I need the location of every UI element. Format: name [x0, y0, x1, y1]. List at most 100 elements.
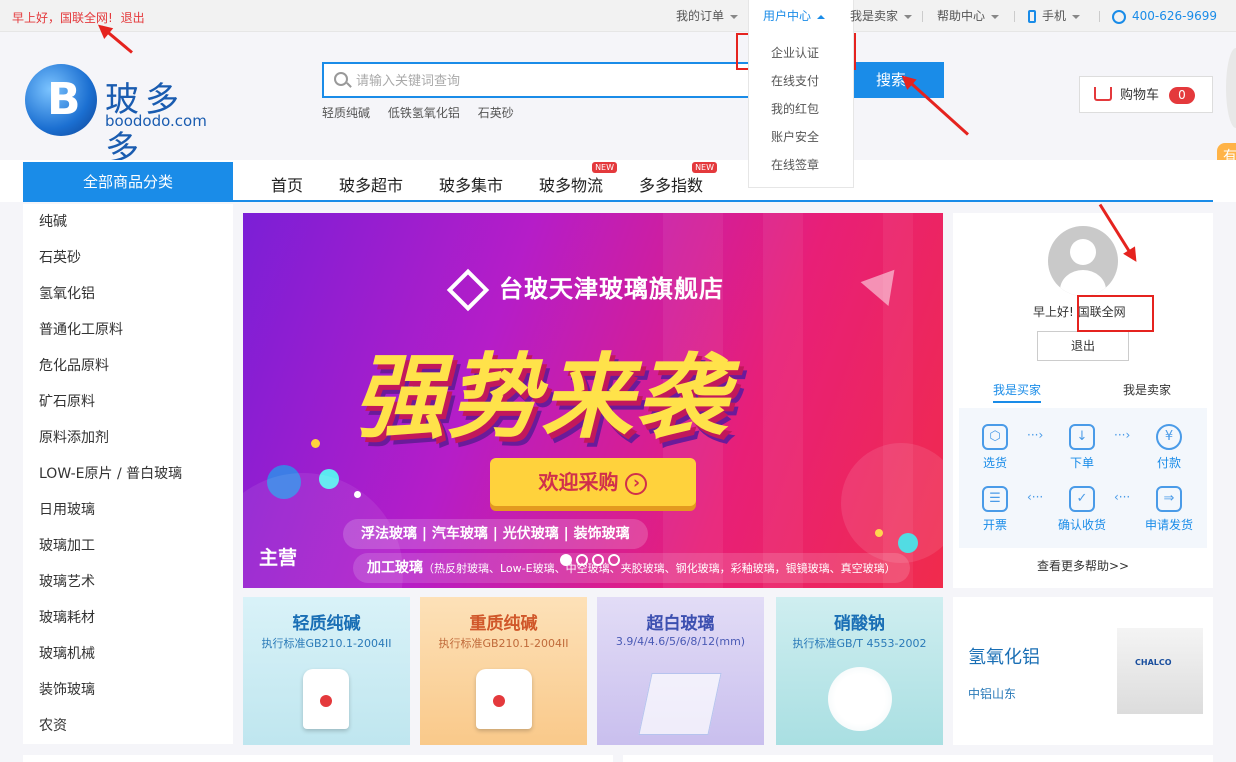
- step-confirm-receipt[interactable]: ✓ 确认收货: [1055, 486, 1109, 533]
- step-label: 申请发货: [1144, 518, 1193, 532]
- product-title: 硝酸钠: [834, 614, 885, 634]
- category-item[interactable]: 氢氧化铝: [23, 276, 233, 312]
- user-center-label: 用户中心: [763, 9, 812, 23]
- powder-image: [828, 667, 892, 731]
- banner-sub-title: 加工玻璃: [367, 560, 423, 576]
- promo-banner[interactable]: 台玻天津玻璃旗舰店 强势来袭 欢迎采购 › 浮法玻璃 | 汽车玻璃 | 光伏玻璃…: [243, 213, 943, 588]
- product-card-ultra-clear-glass[interactable]: 超白玻璃 3.9/4/4.6/5/6/8/12(mm): [597, 597, 764, 745]
- tab-buyer[interactable]: 我是买家: [993, 381, 1042, 403]
- nav-logistics[interactable]: 玻多物流 NEW: [539, 162, 618, 196]
- category-list: 纯碱 石英砂 氢氧化铝 普通化工原料 危化品原料 矿石原料 原料添加剂 LOW-…: [23, 204, 233, 744]
- avatar[interactable]: [1048, 226, 1118, 296]
- step-select[interactable]: ⬡ 选货: [968, 424, 1022, 471]
- bottom-section: [623, 755, 1213, 762]
- step-label: 确认收货: [1057, 518, 1106, 532]
- menu-item-account-security[interactable]: 账户安全: [749, 123, 853, 151]
- chevron-up-icon: [817, 14, 826, 19]
- category-item[interactable]: 石英砂: [23, 240, 233, 276]
- cart-button[interactable]: 购物车 0: [1079, 76, 1213, 113]
- menu-item-online-payment[interactable]: 在线支付: [749, 67, 853, 95]
- hot-keyword[interactable]: 轻质纯碱: [322, 106, 370, 120]
- carousel-dot[interactable]: [576, 554, 588, 566]
- product-spec: 执行标准GB210.1-2004II: [261, 637, 392, 650]
- category-item[interactable]: 危化品原料: [23, 348, 233, 384]
- search-icon: [334, 72, 348, 86]
- all-categories-button[interactable]: 全部商品分类: [23, 162, 233, 202]
- step-label: 选货: [982, 456, 1007, 470]
- chevron-down-icon: [904, 14, 913, 19]
- mobile-menu[interactable]: 手机: [1028, 0, 1081, 32]
- product-card-light-soda[interactable]: 轻质纯碱 执行标准GB210.1-2004II: [243, 597, 410, 745]
- help-menu[interactable]: 帮助中心: [937, 0, 1000, 32]
- menu-item-online-signature[interactable]: 在线签章: [749, 151, 853, 179]
- nav-home[interactable]: 首页: [271, 172, 303, 196]
- seller-menu[interactable]: 我是卖家: [850, 0, 913, 32]
- chevron-down-icon: [991, 14, 1000, 19]
- product-bag-image: CHALCO: [1117, 628, 1203, 714]
- search-input[interactable]: [356, 70, 756, 90]
- cart-label: 购物车: [1120, 88, 1160, 103]
- user-greet-prefix: 早上好!: [1033, 305, 1074, 319]
- menu-item-enterprise-auth[interactable]: 企业认证: [749, 39, 853, 67]
- more-help-link[interactable]: 查看更多帮助>>: [953, 557, 1213, 574]
- category-item[interactable]: 玻璃机械: [23, 636, 233, 672]
- step-request-ship[interactable]: ⇒ 申请发货: [1137, 486, 1201, 533]
- logout-button[interactable]: 退出: [1037, 331, 1129, 361]
- category-item[interactable]: 玻璃加工: [23, 528, 233, 564]
- confirm-icon: ✓: [1069, 486, 1095, 512]
- banner-cta-button[interactable]: 欢迎采购 ›: [490, 458, 696, 506]
- nav-market[interactable]: 玻多集市: [439, 172, 503, 196]
- carousel-dot[interactable]: [560, 554, 572, 566]
- category-item[interactable]: 日用玻璃: [23, 492, 233, 528]
- phone-icon: [1112, 9, 1126, 24]
- nav-supermarket[interactable]: 玻多超市: [339, 172, 403, 196]
- chevron-down-icon: [1072, 14, 1081, 19]
- product-card-dense-soda[interactable]: 重质纯碱 执行标准GB210.1-2004II: [420, 597, 587, 745]
- nav-index[interactable]: 多多指数 NEW: [639, 162, 718, 196]
- divider: [1099, 11, 1100, 22]
- taibo-logo-icon: [446, 268, 490, 312]
- tab-seller[interactable]: 我是卖家: [1123, 381, 1171, 398]
- banner-subline: 加工玻璃（热反射玻璃、Low-E玻璃、中空玻璃、夹胶玻璃、钢化玻璃，彩釉玻璃，银…: [353, 553, 910, 583]
- carousel-dots: [560, 551, 624, 570]
- product-title: 氢氧化铝: [968, 647, 1040, 668]
- user-center-menu[interactable]: 用户中心: [748, 0, 854, 33]
- carousel-dot[interactable]: [608, 554, 620, 566]
- menu-item-red-packet[interactable]: 我的红包: [749, 95, 853, 123]
- category-item[interactable]: 玻璃耗材: [23, 600, 233, 636]
- nav-index-label: 多多指数: [639, 176, 704, 195]
- my-orders-menu[interactable]: 我的订单: [676, 0, 739, 32]
- banner-sub-detail: （热反射玻璃、Low-E玻璃、中空玻璃、夹胶玻璃、钢化玻璃，彩釉玻璃，银镜玻璃、…: [423, 562, 896, 575]
- new-badge: NEW: [592, 162, 618, 173]
- arrow-circle-icon: ›: [625, 472, 648, 495]
- category-item[interactable]: 装饰玻璃: [23, 672, 233, 708]
- decor-circle: [311, 439, 320, 448]
- step-invoice[interactable]: ☰ 开票: [968, 486, 1022, 533]
- carousel-dot[interactable]: [592, 554, 604, 566]
- category-item[interactable]: LOW-E原片 / 普白玻璃: [23, 456, 233, 492]
- product-spec: 执行标准GB/T 4553-2002: [792, 637, 927, 650]
- logo-en: boododo.com: [105, 112, 207, 130]
- step-label: 开票: [982, 518, 1007, 532]
- category-item[interactable]: 纯碱: [23, 204, 233, 240]
- greeting: 早上好，国联全网! 退出: [12, 9, 149, 26]
- category-item[interactable]: 农资: [23, 708, 233, 744]
- nav-home-label: 首页: [271, 176, 304, 195]
- logout-link[interactable]: 退出: [121, 11, 145, 25]
- product-card-sodium-nitrate[interactable]: 硝酸钠 执行标准GB/T 4553-2002: [776, 597, 943, 745]
- step-pay[interactable]: ¥ 付款: [1142, 424, 1196, 471]
- nav-supermarket-label: 玻多超市: [339, 176, 404, 195]
- decor-circle: [841, 443, 943, 563]
- hot-keyword[interactable]: 石英砂: [478, 106, 514, 120]
- step-order[interactable]: ↓ 下单: [1055, 424, 1109, 471]
- product-card-aluminium-hydroxide[interactable]: 氢氧化铝 中铝山东 CHALCO: [953, 597, 1213, 745]
- category-item[interactable]: 普通化工原料: [23, 312, 233, 348]
- nav-logistics-label: 玻多物流: [539, 176, 604, 195]
- hot-keyword[interactable]: 低铁氢氧化铝: [388, 106, 460, 120]
- site-logo[interactable]: B 玻多多 boododo.com: [25, 64, 207, 169]
- step-label: 下单: [1069, 456, 1094, 470]
- step-label: 付款: [1156, 456, 1181, 470]
- category-item[interactable]: 矿石原料: [23, 384, 233, 420]
- category-item[interactable]: 原料添加剂: [23, 420, 233, 456]
- category-item[interactable]: 玻璃艺术: [23, 564, 233, 600]
